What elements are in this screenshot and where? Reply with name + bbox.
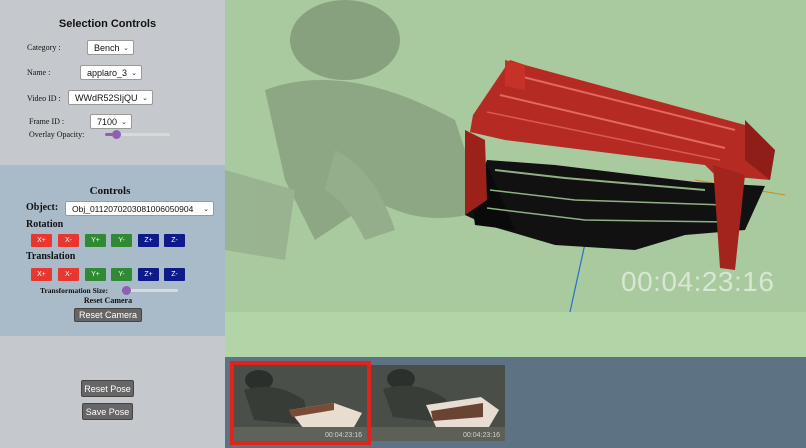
reset-camera-button[interactable]: Reset Camera [74,308,142,322]
video-id-label: Video ID : [27,94,61,103]
overlay-opacity-slider-handle[interactable] [111,130,121,139]
frame-id-select[interactable]: 7100 ⌄ [90,114,132,129]
rotate-z-minus-button[interactable]: Z- [164,234,185,247]
video-id-select[interactable]: WWdR52SIjQU ⌄ [68,90,153,105]
annotation-app: Selection Controls Category : Bench ⌄ Nam… [0,0,806,448]
frame-id-label: Frame ID : [29,117,65,126]
rotate-y-plus-button[interactable]: Y+ [85,234,106,247]
reset-camera-label: Reset Camera [83,296,133,305]
3d-viewport[interactable]: 00:04:23:16 [225,0,806,357]
object-label: Object: [26,202,59,213]
video-id-select-value: WWdR52SIjQU [75,92,138,103]
transformation-size-slider-handle[interactable] [122,286,132,295]
rotation-label: Rotation [26,219,64,230]
rotate-x-minus-button[interactable]: X- [58,234,79,247]
frame-thumbnail[interactable]: 00:04:23:16 [371,365,505,441]
video-timestamp: 00:04:23:16 [621,266,775,297]
frame-thumbnail-timestamp: 00:04:23:16 [463,432,500,439]
object-select-value: Obj_011207020308100605090​4 [72,203,194,214]
translate-z-plus-button[interactable]: Z+ [138,268,159,281]
frame-thumbnail-image [234,365,367,441]
chevron-down-icon: ⌄ [123,44,129,52]
translate-z-minus-button[interactable]: Z- [164,268,185,281]
transformation-size-slider[interactable] [122,286,178,295]
rotate-x-plus-button[interactable]: X+ [31,234,52,247]
name-label: Name : [27,68,51,77]
chevron-down-icon: ⌄ [121,118,127,126]
translate-y-plus-button[interactable]: Y+ [85,268,106,281]
category-label: Category : [27,43,61,52]
chevron-down-icon: ⌄ [203,205,209,213]
frame-thumbnail-timestamp: 00:04:23:16 [325,432,362,439]
frame-thumbnail-image [371,365,505,441]
chevron-down-icon: ⌄ [131,69,137,77]
translate-y-minus-button[interactable]: Y- [111,268,132,281]
frame-id-select-value: 7100 [97,116,118,127]
rotate-z-plus-button[interactable]: Z+ [138,234,159,247]
save-pose-button[interactable]: Save Pose [82,403,133,420]
frame-thumbnail-strip: 00:04:23:16 00:04:23:16 [225,357,806,448]
translate-x-plus-button[interactable]: X+ [31,268,52,281]
overlay-opacity-slider[interactable] [105,130,170,139]
pose-actions-panel: Reset Pose Save Pose [0,336,225,448]
category-select[interactable]: Bench ⌄ [87,40,134,55]
selection-controls-panel: Selection Controls Category : Bench ⌄ Nam… [0,0,225,165]
name-select[interactable]: applaro_3 ⌄ [80,65,142,80]
video-overlay-scene [225,0,806,313]
transformation-size-label: Transformation Size: [40,286,108,295]
rotate-y-minus-button[interactable]: Y- [111,234,132,247]
category-select-value: Bench [94,42,120,53]
chevron-down-icon: ⌄ [142,94,148,102]
controls-panel: Controls Object: Obj_0112070203081006050… [0,165,225,336]
name-select-value: applaro_3 [87,67,128,78]
object-select[interactable]: Obj_011207020308100605090​4 ⌄ [65,201,214,216]
left-sidebar: Selection Controls Category : Bench ⌄ Nam… [0,0,225,448]
overlay-opacity-label: Overlay Opacity: [29,130,85,139]
frame-thumbnail-selected[interactable]: 00:04:23:16 [230,361,371,445]
selection-controls-title: Selection Controls [58,18,157,30]
reset-pose-button[interactable]: Reset Pose [81,380,134,397]
controls-title: Controls [89,185,131,197]
translate-x-minus-button[interactable]: X- [58,268,79,281]
translation-label: Translation [26,251,76,262]
